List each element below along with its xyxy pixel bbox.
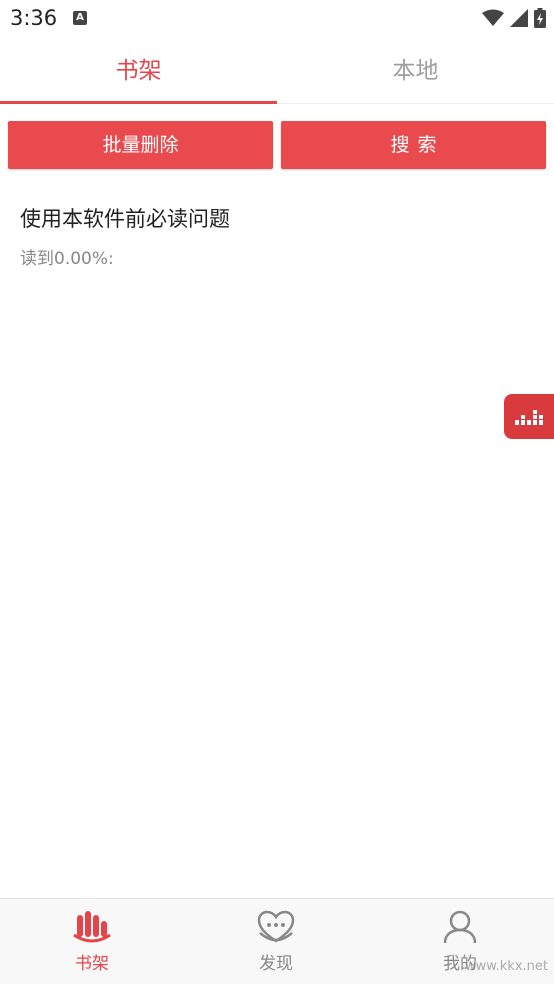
search-button[interactable]: 搜索 (281, 121, 546, 169)
tab-active-indicator (0, 101, 277, 104)
nav-bookshelf[interactable]: 书架 (0, 899, 184, 984)
notification-app-icon: A (73, 11, 87, 25)
book-title: 使用本软件前必读问题 (20, 207, 230, 231)
equalizer-icon (515, 410, 543, 425)
status-bar: 3:36 A (0, 0, 554, 38)
wifi-icon (482, 9, 504, 26)
book-list-item[interactable]: 使用本软件前必读问题 读到0.00%: (20, 200, 534, 280)
tab-bookshelf[interactable]: 书架 (0, 38, 277, 104)
book-progress: 读到0.00%: (20, 249, 114, 269)
status-time: 3:36 (10, 6, 58, 30)
bookshelf-icon (73, 911, 111, 943)
tab-local[interactable]: 本地 (277, 38, 554, 104)
nav-discover-label: 发现 (259, 954, 293, 974)
floating-equalizer-button[interactable] (504, 394, 554, 439)
discover-icon (257, 910, 295, 943)
battery-icon (534, 8, 546, 28)
nav-discover[interactable]: 发现 (184, 899, 368, 984)
batch-delete-button[interactable]: 批量删除 (8, 121, 273, 169)
nav-bookshelf-label: 书架 (75, 954, 109, 974)
profile-icon (443, 910, 477, 944)
signal-icon (510, 9, 528, 27)
screen: 3:36 A 书架 本地 批量删除 搜索 使用本软件前必读问题 读到0.00%: (0, 0, 554, 984)
top-tab-bar: 书架 本地 (0, 38, 554, 104)
watermark-text: www.kkx.net (464, 959, 548, 974)
status-indicators (482, 8, 546, 28)
